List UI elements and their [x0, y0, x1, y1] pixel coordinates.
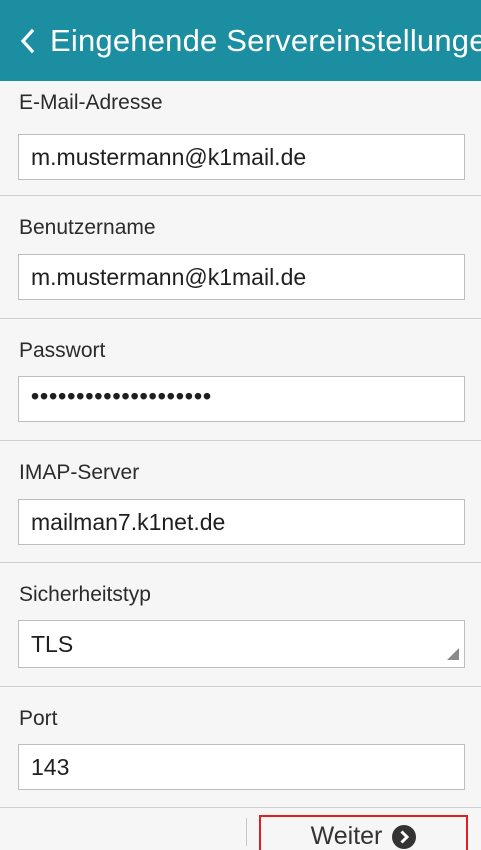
dropdown-corner-icon	[447, 648, 459, 660]
username-section: Benutzername m.mustermann@k1mail.de	[0, 196, 481, 319]
email-field[interactable]: m.mustermann@k1mail.de	[18, 134, 465, 180]
chevron-left-icon	[18, 26, 38, 56]
next-button[interactable]: Weiter	[259, 815, 468, 850]
bottom-separator	[246, 818, 247, 846]
imap-server-section: IMAP-Server mailman7.k1net.de	[0, 441, 481, 563]
port-section: Port 143	[0, 687, 481, 808]
username-label: Benutzername	[19, 216, 156, 239]
next-button-label: Weiter	[310, 822, 383, 850]
back-button[interactable]	[0, 0, 38, 81]
chevron-right-circle-icon	[392, 824, 417, 849]
security-type-label: Sicherheitstyp	[19, 583, 151, 606]
bottom-bar: Weiter	[0, 808, 481, 850]
port-field[interactable]: 143	[18, 744, 465, 790]
username-field[interactable]: m.mustermann@k1mail.de	[18, 254, 465, 300]
security-type-value: TLS	[31, 630, 74, 657]
security-type-section: Sicherheitstyp TLS	[0, 563, 481, 687]
port-label: Port	[19, 707, 58, 730]
imap-server-field[interactable]: mailman7.k1net.de	[18, 499, 465, 545]
password-section: Passwort ••••••••••••••••••••	[0, 319, 481, 441]
email-label: E-Mail-Adresse	[19, 91, 163, 114]
password-label: Passwort	[19, 339, 106, 362]
imap-server-label: IMAP-Server	[19, 461, 140, 484]
page-title: Eingehende Servereinstellungen	[50, 22, 481, 58]
password-field[interactable]: ••••••••••••••••••••	[18, 376, 465, 422]
app-header: Eingehende Servereinstellungen	[0, 0, 481, 81]
security-type-select[interactable]: TLS	[18, 620, 465, 668]
email-section: E-Mail-Adresse m.mustermann@k1mail.de	[0, 81, 481, 196]
